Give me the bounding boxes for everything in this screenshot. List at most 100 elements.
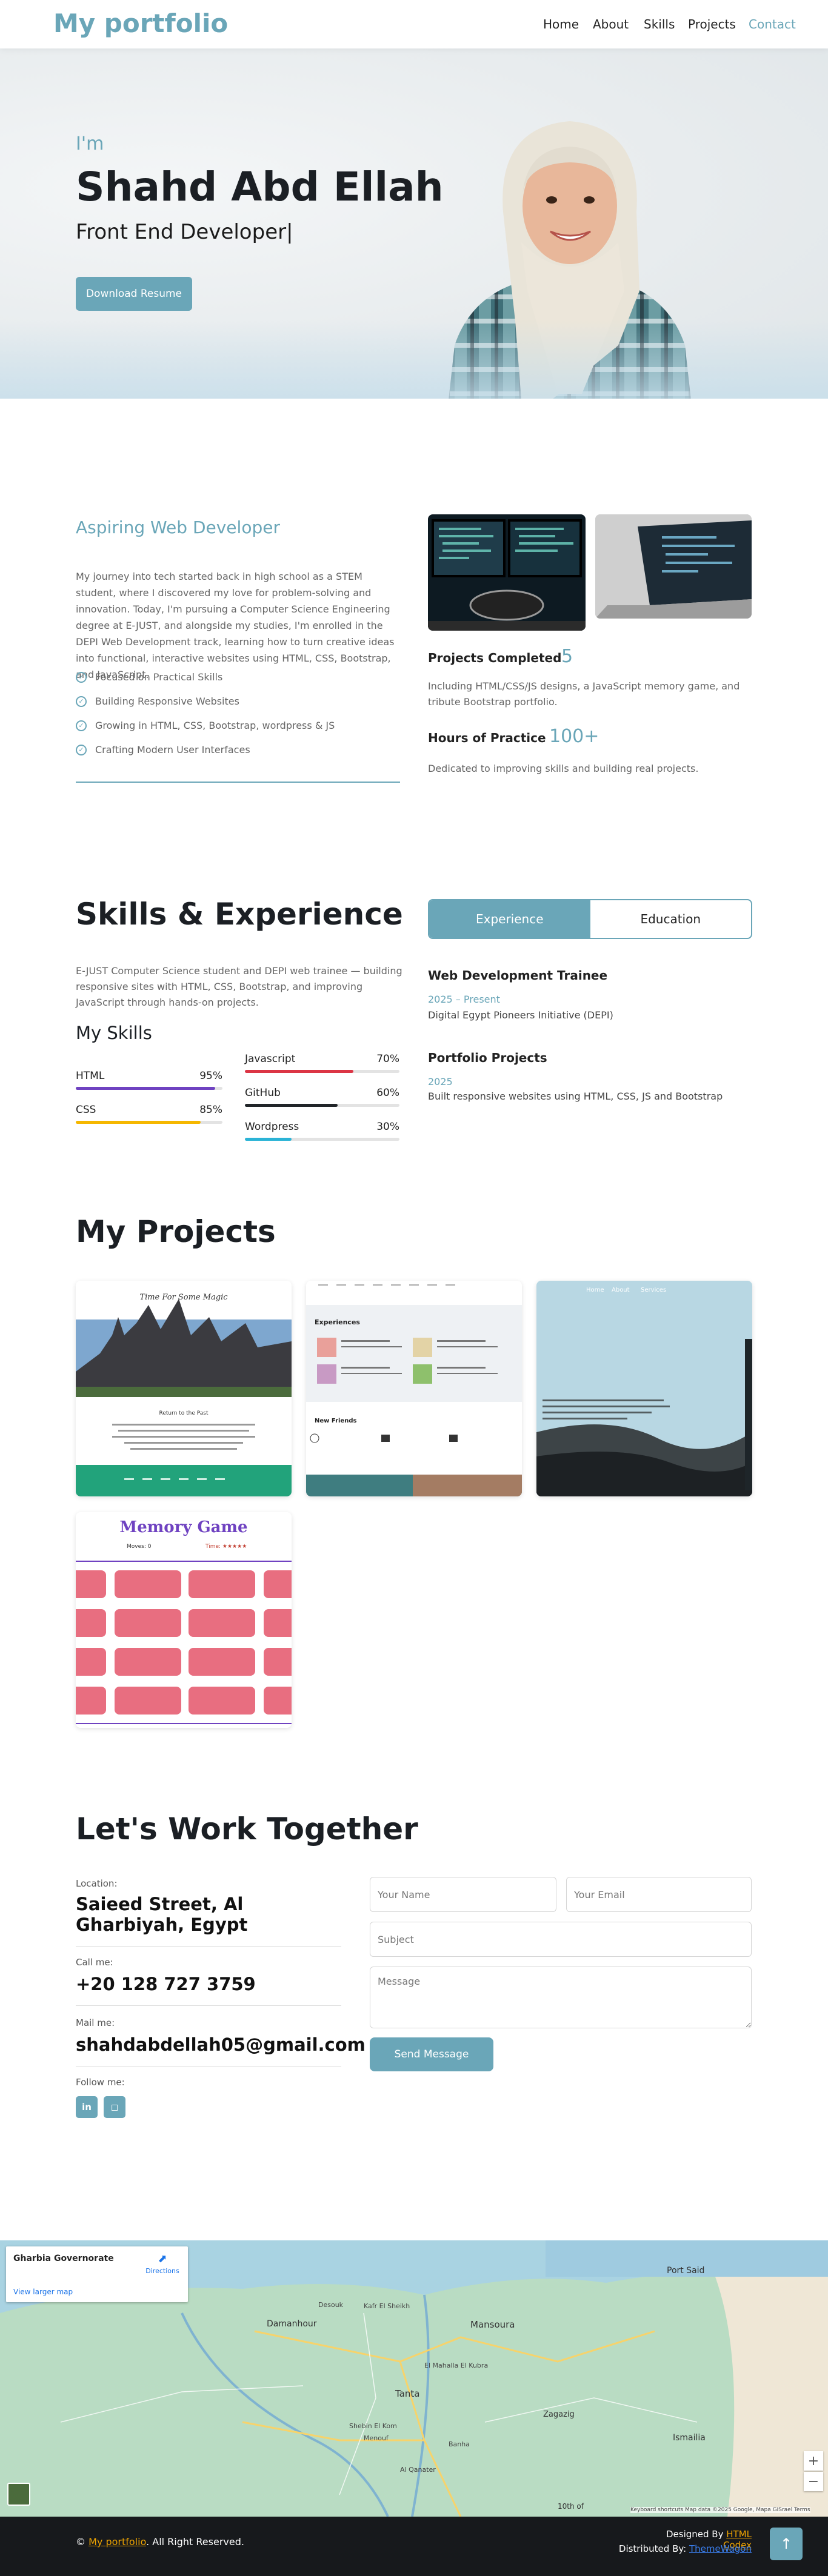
skill-bar-fill xyxy=(245,1070,353,1073)
memory-game-moves: Moves: 0 xyxy=(127,1544,152,1550)
directions-icon[interactable]: ⬈ xyxy=(143,2252,182,2265)
nav-link-projects[interactable]: Projects xyxy=(688,17,736,32)
brand-logo[interactable]: My portfolio xyxy=(53,8,228,38)
projects-completed-label: Projects Completed xyxy=(428,651,562,665)
skill-name: HTML xyxy=(76,1070,105,1082)
about-list-item: ✓ Focused on Practical Skills xyxy=(76,671,222,683)
memory-game-title: Memory Game xyxy=(119,1518,248,1536)
skill-bar-track xyxy=(245,1104,399,1107)
arrow-up-icon: ↑ xyxy=(780,2535,793,2552)
map-label: Zagazig xyxy=(543,2410,575,2419)
about-list-item: ✓ Growing in HTML, CSS, Bootstrap, wordpr… xyxy=(76,720,335,731)
footer-distributed: Distributed By: ThemeWagon xyxy=(618,2543,752,2554)
instagram-icon[interactable]: ◻ xyxy=(104,2096,125,2118)
skill-bar-track xyxy=(76,1121,222,1124)
map-place-name: Gharbia Governorate xyxy=(13,2254,114,2263)
about-list-item: ✓ Crafting Modern User Interfaces xyxy=(76,744,250,755)
project-card-experiences[interactable]: Experiences New Friends xyxy=(306,1281,522,1496)
hours-practice-label: Hours of Practice xyxy=(428,731,546,745)
profile-photo xyxy=(449,121,691,399)
footer-site-link[interactable]: My portfolio xyxy=(88,2536,146,2548)
check-icon: ✓ xyxy=(76,671,87,683)
skill-percent: 95% xyxy=(199,1070,222,1082)
about-image-laptop xyxy=(595,514,752,619)
experience-education-tabs: Experience Education xyxy=(428,899,752,939)
skill-bar-track xyxy=(245,1138,399,1141)
project-experiences-sub: New Friends xyxy=(315,1418,357,1424)
satellite-toggle[interactable] xyxy=(7,2483,30,2506)
email-value[interactable]: shahdabdellah05@gmail.com xyxy=(76,2034,366,2055)
project-experiences-heading: Experiences xyxy=(315,1318,360,1326)
map-label: Port Said xyxy=(667,2266,705,2276)
map-embed[interactable]: Port Said Damanhour Mansoura Tanta Zagaz… xyxy=(0,2240,828,2517)
skill-bar-track xyxy=(245,1070,399,1073)
map-label: Ismailia xyxy=(673,2433,706,2443)
footer: © My portfolio. All Right Reserved. Desi… xyxy=(0,2517,828,2576)
about-title: Aspiring Web Developer xyxy=(76,517,280,537)
skills-title: Skills & Experience xyxy=(76,897,403,932)
hero-section: I'm Shahd Abd Ellah Front End Developer|… xyxy=(0,48,828,399)
name-input[interactable] xyxy=(370,1877,556,1912)
footer-copyright: © My portfolio. All Right Reserved. xyxy=(76,2536,244,2548)
memory-game-timer: Time: ★★★★★ xyxy=(205,1544,247,1550)
view-larger-map-link[interactable]: View larger map xyxy=(13,2288,73,2296)
map-label: Shebin El Kom xyxy=(349,2422,397,2430)
hero-role: Front End Developer| xyxy=(76,220,293,244)
project-magic-heading: Time For Some Magic xyxy=(139,1293,228,1302)
skill-percent: 30% xyxy=(376,1121,399,1133)
about-list-item: ✓ Building Responsive Websites xyxy=(76,695,239,707)
skill-bar-track xyxy=(76,1087,222,1090)
project-card-magic[interactable]: Time For Some Magic Return to the Past xyxy=(76,1281,292,1496)
projects-completed-desc: Including HTML/CSS/JS designs, a JavaScr… xyxy=(428,680,740,708)
directions-link[interactable]: Directions xyxy=(143,2267,182,2275)
experience-org: Built responsive websites using HTML, CS… xyxy=(428,1090,723,1102)
map-label: Al Qanater xyxy=(400,2466,436,2474)
linkedin-icon[interactable]: in xyxy=(76,2096,98,2118)
about-image-monitors xyxy=(428,514,586,631)
mail-label: Mail me: xyxy=(76,2017,115,2028)
send-message-button[interactable]: Send Message xyxy=(370,2037,493,2071)
skill-name: CSS xyxy=(76,1104,96,1116)
message-input[interactable] xyxy=(370,1967,752,2028)
my-skills-title: My Skills xyxy=(76,1023,152,1043)
map-info-card: Gharbia Governorate View larger map ⬈ Di… xyxy=(6,2246,188,2302)
contact-divider xyxy=(76,2005,341,2006)
skill-bar-fill xyxy=(76,1121,201,1124)
nav-link-contact[interactable]: Contact xyxy=(749,17,796,32)
nav-link-home[interactable]: Home xyxy=(543,17,579,32)
navbar: My portfolio Home About Skills Projects … xyxy=(0,0,828,48)
skills-desc: E-JUST Computer Science student and DEPI… xyxy=(76,965,402,1008)
skill-name: Javascript xyxy=(245,1053,296,1065)
experience-date: 2025 xyxy=(428,1076,453,1087)
nav-link-skills[interactable]: Skills xyxy=(644,17,675,32)
subject-input[interactable] xyxy=(370,1922,752,1957)
check-icon: ✓ xyxy=(76,744,87,755)
experience-title: Web Development Trainee xyxy=(428,968,608,983)
location-label: Location: xyxy=(76,1878,118,1889)
project-card-memory-game[interactable]: Memory Game Moves: 0 Time: ★★★★★ xyxy=(76,1512,292,1728)
experience-org: Digital Egypt Pioneers Initiative (DEPI) xyxy=(428,1009,613,1021)
map-label: Menouf xyxy=(364,2434,389,2442)
project-magic-caption: Return to the Past xyxy=(159,1410,209,1416)
footer-distributor-link[interactable]: ThemeWagon xyxy=(689,2543,752,2554)
tab-experience[interactable]: Experience xyxy=(429,900,590,938)
email-input[interactable] xyxy=(566,1877,752,1912)
skill-name: GitHub xyxy=(245,1087,281,1099)
download-resume-button[interactable]: Download Resume xyxy=(76,277,192,311)
skill-percent: 60% xyxy=(376,1087,399,1099)
skill-bar-fill xyxy=(245,1104,338,1107)
project-landing-nav-services: Services xyxy=(641,1287,667,1293)
phone-value[interactable]: +20 128 727 3759 xyxy=(76,1974,256,1994)
check-icon: ✓ xyxy=(76,695,87,707)
back-to-top-button[interactable]: ↑ xyxy=(770,2528,803,2560)
project-card-landing[interactable]: Home About Services xyxy=(536,1281,752,1496)
zoom-out-button[interactable]: − xyxy=(804,2472,823,2491)
map-label: El Mahalla El Kubra xyxy=(424,2362,489,2369)
zoom-in-button[interactable]: + xyxy=(804,2451,823,2471)
map-label: Tanta xyxy=(395,2388,420,2399)
hours-practice-value: 100+ xyxy=(549,726,599,747)
follow-label: Follow me: xyxy=(76,2077,125,2088)
map-label: Banha xyxy=(449,2440,470,2448)
tab-education[interactable]: Education xyxy=(590,900,752,938)
nav-link-about[interactable]: About xyxy=(593,17,629,32)
